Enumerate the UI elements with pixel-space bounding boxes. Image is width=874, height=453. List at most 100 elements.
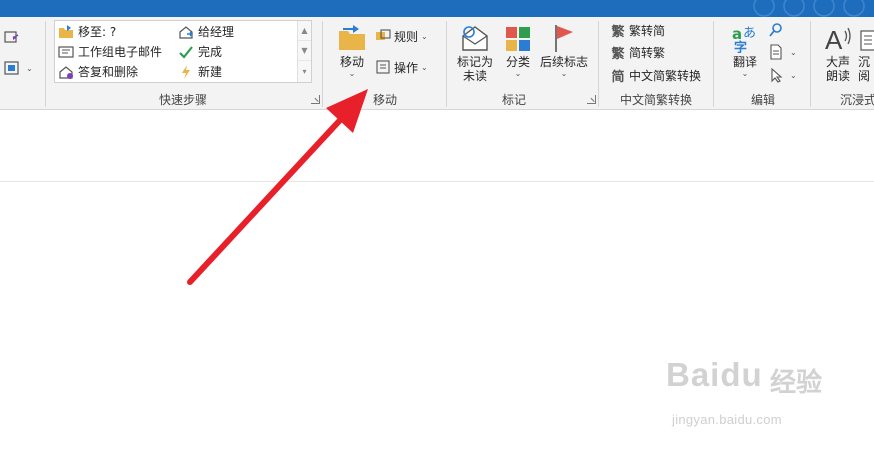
immersive-label-1: 沉	[858, 55, 871, 69]
svg-text:A: A	[825, 25, 843, 53]
group-label-move: 移动	[372, 93, 397, 107]
chevron-down-icon: ⌄	[741, 69, 749, 78]
group-divider	[45, 21, 46, 107]
title-bar	[0, 0, 874, 17]
baidu-watermark: Baidu 经验 jingyan.baidu.com	[666, 356, 836, 436]
checkmark-icon	[178, 44, 194, 60]
find-button[interactable]	[768, 20, 787, 40]
quick-step-to-manager[interactable]: 给经理	[178, 22, 234, 41]
categorize-label: 分类	[505, 55, 530, 69]
gallery-more-button[interactable]: ▾	[298, 61, 311, 81]
group-label-quick-steps: 快速步骤	[158, 93, 207, 107]
quick-step-label: 给经理	[198, 25, 235, 39]
cursor-icon	[768, 67, 784, 83]
follow-up-button[interactable]: 后续标志 ⌄	[538, 19, 590, 79]
translate-button[interactable]: aあ字 翻译 ⌄	[727, 19, 763, 79]
read-aloud-icon: A	[823, 19, 853, 53]
mark-unread-label-1: 标记为	[456, 55, 493, 69]
tags-launcher[interactable]	[587, 95, 596, 104]
group-divider	[713, 21, 714, 107]
mark-unread-label-2: 未读	[462, 69, 487, 83]
actions-label: 操作	[394, 60, 419, 75]
replace-button[interactable]: ⌄	[768, 42, 797, 62]
simp-to-trad-button[interactable]: 繁 简转繁	[610, 42, 665, 62]
gallery-scroll-up[interactable]: ▲	[298, 21, 311, 41]
follow-up-label: 后续标志	[539, 55, 588, 69]
to-manager-icon	[178, 24, 194, 40]
quick-step-label: 答复和删除	[78, 65, 139, 79]
content-divider	[0, 181, 874, 182]
group-divider	[446, 21, 447, 107]
group-label-immersive: 沉浸式	[840, 93, 874, 107]
chevron-down-icon: ⌄	[790, 70, 797, 80]
group-label-chinese-conversion: 中文简繁转换	[619, 93, 692, 107]
quick-step-label: 工作组电子邮件	[78, 45, 163, 59]
chinese-convert-button[interactable]: 简 中文简繁转换	[610, 65, 701, 85]
title-bar-decoration	[753, 0, 865, 17]
new-lightning-icon	[178, 64, 194, 80]
chevron-down-icon: ⌄	[348, 69, 356, 78]
chevron-down-icon: ⌄	[421, 62, 428, 72]
chevron-down-icon: ⌄	[26, 63, 33, 73]
rules-icon	[375, 28, 391, 44]
view-icon	[4, 60, 20, 76]
ribbon: ⌄ 移至: ? 工作组电子邮件 答复和删除 给经理 完成 新建 ▲ ▼ ▾ 快速…	[0, 17, 874, 110]
unread-envelope-icon	[460, 19, 490, 53]
convert-icon: 简	[611, 69, 625, 85]
chevron-down-icon: ⌄	[421, 31, 428, 41]
quick-step-label: 完成	[198, 45, 223, 59]
move-button-label: 移动	[339, 55, 364, 69]
read-aloud-label-1: 大声	[825, 55, 850, 69]
quick-step-label: 移至: ?	[78, 25, 117, 39]
translate-icon: aあ字	[730, 19, 760, 53]
actions-icon	[375, 59, 391, 75]
team-email-icon	[58, 44, 74, 60]
watermark-brand-cn: 经验	[770, 368, 823, 398]
svg-text:字: 字	[734, 40, 747, 53]
trad-to-simp-label: 繁转简	[629, 23, 666, 38]
categorize-icon	[505, 19, 531, 53]
watermark-url: jingyan.baidu.com	[672, 412, 782, 427]
quick-steps-gallery: 移至: ? 工作组电子邮件 答复和删除 给经理 完成 新建 ▲ ▼ ▾	[54, 20, 312, 83]
rules-label: 规则	[394, 29, 419, 44]
select-button[interactable]: ⌄	[768, 65, 797, 85]
actions-button[interactable]: 操作 ⌄	[375, 57, 428, 77]
group-label-editing: 编辑	[750, 93, 775, 107]
flag-icon	[552, 19, 576, 53]
move-button[interactable]: 移动 ⌄	[334, 19, 370, 79]
chevron-down-icon: ⌄	[790, 47, 797, 57]
reply-delete-icon	[58, 64, 74, 80]
svg-text:あ: あ	[743, 26, 756, 41]
quick-step-done[interactable]: 完成	[178, 42, 222, 61]
quick-steps-launcher[interactable]	[311, 95, 320, 104]
simp-to-trad-icon: 繁	[611, 46, 625, 62]
quick-step-team-email[interactable]: 工作组电子邮件	[58, 42, 162, 61]
translate-label: 翻译	[732, 55, 757, 69]
immersive-reader-button[interactable]: 沉 阅	[858, 19, 874, 83]
gallery-scroll-down[interactable]: ▼	[298, 41, 311, 61]
immersive-reader-icon	[858, 19, 874, 53]
gallery-scroll: ▲ ▼ ▾	[297, 21, 311, 82]
folder-move-icon	[58, 24, 74, 40]
chevron-down-icon: ⌄	[560, 69, 568, 78]
read-aloud-button[interactable]: A 大声 朗读	[820, 19, 856, 83]
group-divider	[598, 21, 599, 107]
quick-step-label: 新建	[198, 65, 223, 79]
categorize-button[interactable]: 分类 ⌄	[503, 19, 533, 79]
new-items-button[interactable]	[4, 27, 23, 47]
view-settings-button[interactable]: ⌄	[4, 58, 33, 78]
trad-to-simp-icon: 繁	[611, 24, 625, 40]
trad-to-simp-button[interactable]: 繁 繁转简	[610, 20, 665, 40]
quick-step-new[interactable]: 新建	[178, 62, 222, 81]
quick-step-reply-delete[interactable]: 答复和删除	[58, 62, 138, 81]
mark-unread-button[interactable]: 标记为 未读	[452, 19, 498, 83]
read-aloud-label-2: 朗读	[825, 69, 850, 83]
immersive-label-2: 阅	[858, 69, 871, 83]
new-item-icon	[4, 29, 20, 45]
quick-step-move-to[interactable]: 移至: ?	[58, 22, 116, 41]
group-divider	[810, 21, 811, 107]
rules-button[interactable]: 规则 ⌄	[375, 26, 428, 46]
document-icon	[768, 44, 784, 60]
folder-move-icon	[337, 19, 367, 53]
simp-to-trad-label: 简转繁	[629, 45, 666, 60]
